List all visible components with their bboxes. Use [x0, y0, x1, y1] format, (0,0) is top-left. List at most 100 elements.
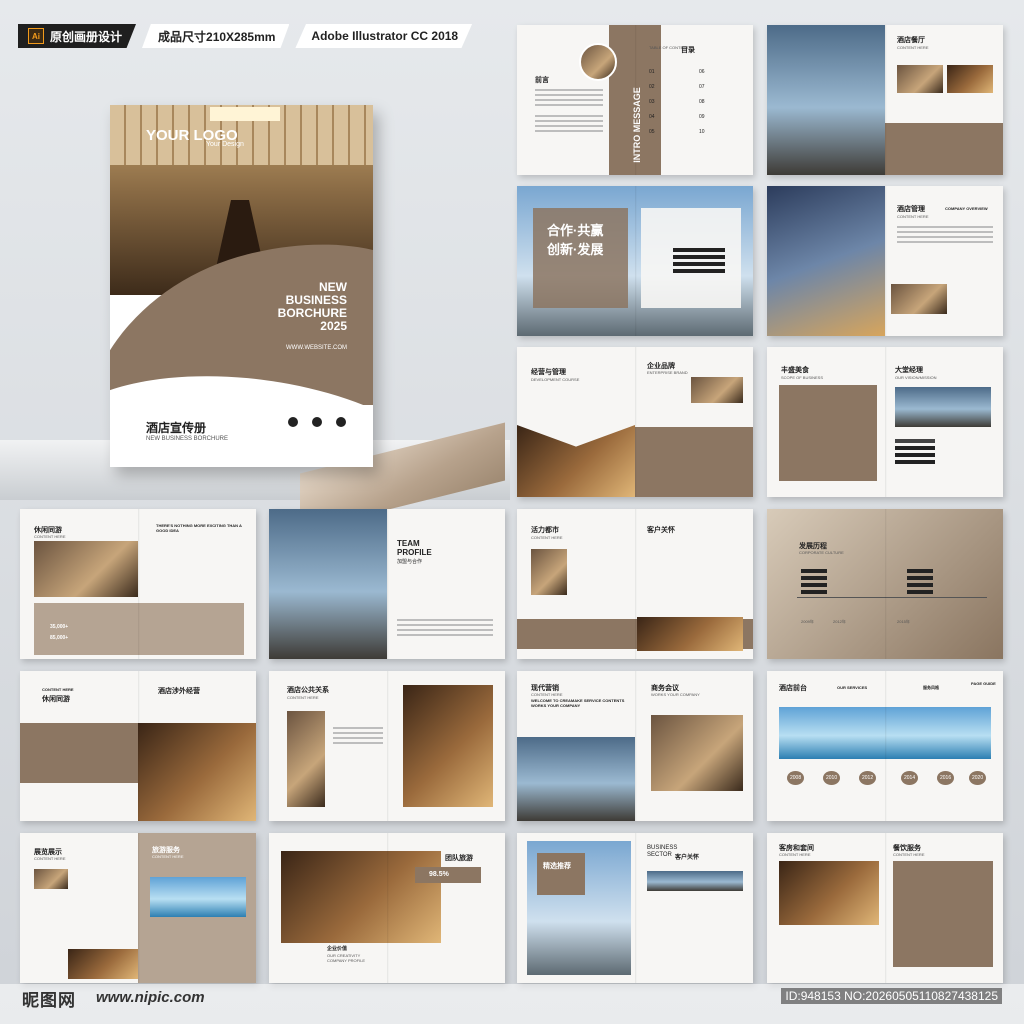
pool-photo: [779, 707, 991, 759]
meeting-photo-grid: [651, 715, 743, 791]
cuisine-grid: [779, 385, 877, 481]
spread-leisure: 休闲同游 CONTENT HERE THERE'S NOTHING MORE E…: [20, 509, 256, 659]
cooperation-line-1: 合作·共赢: [547, 223, 604, 238]
watermark-url[interactable]: www.nipic.com: [96, 989, 205, 1006]
history-year-2: 2012年: [833, 619, 846, 624]
spread-foreign-business: CONTENT HERE 休闲同游 酒店涉外经营: [20, 671, 256, 821]
history-timeline: [797, 597, 987, 598]
business-customer-care: 客户关怀: [675, 855, 700, 861]
marketing-sub: CONTENT HERE: [531, 692, 563, 697]
intro-text: [535, 89, 603, 91]
restaurant-brown-block: [885, 123, 1003, 175]
history-sub: CORPORATE CULTURE: [799, 550, 844, 555]
exhibition-photo-1: [34, 869, 68, 889]
resort-pool-photo: [150, 877, 246, 917]
spread-operation: 经营与管理 DEVELOPMENT COURSE 企业品牌 ENTERPRISE…: [517, 347, 753, 497]
management-text: [897, 226, 993, 228]
toc-cn: 目录: [681, 47, 695, 54]
spread-group-travel: 团队旅游 98.5% 企业价值 OUR CREATIVITY COMPANY P…: [269, 833, 505, 983]
exhibition-photo-2: [68, 949, 138, 979]
history-year-1: 2009年: [801, 619, 814, 624]
year-2016: 2016: [937, 771, 955, 785]
team-heading-2: PROFILE: [397, 548, 432, 557]
toc-06: 06: [699, 69, 705, 75]
phone-icon: [288, 417, 298, 427]
brochure-cover: YOUR LOGO Your Design NEW BUSINESS BORCH…: [110, 105, 373, 467]
business-sector-1: BUSINESS: [647, 845, 678, 851]
year-2014: 2014: [901, 771, 919, 785]
spread-team-profile: TEAM PROFILE 加盟与合作: [269, 509, 505, 659]
cuisine-heading: 丰盛美食: [781, 367, 809, 374]
cover-title: NEW BUSINESS BORCHURE 2025: [237, 281, 347, 333]
pr-heading: 酒店公共关系: [287, 687, 329, 694]
enterprise-value-heading: 企业价值: [327, 946, 348, 952]
foreign-leisure-heading: 休闲同游: [42, 696, 70, 703]
spread-management: 酒店管理 CONTENT HERE COMPANY OVERVIEW: [767, 186, 1003, 336]
year-2008: 2008: [787, 771, 805, 785]
spread-front-desk: 酒店前台 OUR SERVICES 服务风格 PAGE GUIDE 2008 2…: [767, 671, 1003, 821]
spread-recommend: 精选推荐 BUSINESS SECTOR 客户关怀: [517, 833, 753, 983]
restaurant-photo-1: [897, 65, 943, 93]
leisure-number-2: 85,000+: [50, 635, 69, 641]
cover-ceiling-light: [210, 107, 280, 121]
spread-history: 发展历程 CORPORATE CULTURE 2009年 2012年 2015年: [767, 509, 1003, 659]
page-guide-label: PAGE GUIDE: [971, 681, 996, 686]
rooms-sub: CONTENT HERE: [779, 852, 811, 857]
restaurant-sub: CONTENT HERE: [897, 45, 929, 50]
cover-logo-sub: Your Design: [206, 141, 244, 148]
team-text: [397, 619, 493, 621]
spread-cuisine: 丰盛美食 SCOPE OF BUSINESS 大堂经理 OUR VISION/M…: [767, 347, 1003, 497]
history-year-3: 2015年: [897, 619, 910, 624]
cooperation-line-2: 创新·发展: [547, 242, 604, 257]
history-lines: [801, 569, 827, 573]
cover-cn-title: 酒店宣传册: [146, 421, 207, 435]
toc-09: 09: [699, 114, 705, 120]
toc-07: 07: [699, 84, 705, 90]
spread-exhibition: 展览展示 CONTENT HERE 旅游服务 CONTENT HERE: [20, 833, 256, 983]
rooms-dining-photo: [779, 861, 879, 925]
spread-cooperation: 合作·共赢 创新·发展: [517, 186, 753, 336]
toc-03: 03: [649, 99, 655, 105]
toc-10: 10: [699, 129, 705, 135]
management-sub: CONTENT HERE: [897, 214, 929, 219]
team-cn: 加盟与合作: [397, 559, 423, 565]
restaurant-interior-photo: [281, 851, 441, 943]
front-desk-heading: 酒店前台: [779, 685, 807, 692]
spread-rooms: 客房和套间 CONTENT HERE 餐饮服务 CONTENT HERE: [767, 833, 1003, 983]
brand-sub: ENTERPRISE BRAND: [647, 370, 688, 375]
foreign-brown-block: [20, 723, 138, 783]
cover-website: WWW.WEBSITE.COM: [286, 345, 347, 351]
city-heading: 活力都市: [531, 527, 559, 534]
marketing-welcome: WELCOME TO CREAMAKE SERVICE CONTENTS WOR…: [531, 698, 625, 708]
service-style-label: 服务风格: [923, 685, 939, 690]
customer-care-heading: 客户关怀: [647, 527, 675, 534]
pr-text: [333, 727, 383, 729]
cooperation-bold-lines: [673, 248, 725, 252]
management-heading: 酒店管理: [897, 206, 925, 213]
watermark-site-name: 昵图网: [22, 991, 76, 1010]
business-sector-2: SECTOR: [647, 852, 672, 858]
recommend-heading: 精选推荐: [543, 863, 571, 870]
leisure-office-photo: [34, 541, 138, 597]
travel-sub: CONTENT HERE: [152, 854, 184, 859]
brand-brown-block: [635, 427, 753, 497]
team-heading-1: TEAM: [397, 539, 420, 548]
toc-05: 05: [649, 129, 655, 135]
foreign-restaurant-photo: [138, 723, 256, 821]
lobby-lines: [895, 439, 935, 443]
skyscraper-photo: [517, 737, 635, 821]
spread-marketing: 现代营销 CONTENT HERE WELCOME TO CREAMAKE SE…: [517, 671, 753, 821]
cuisine-sub: SCOPE OF BUSINESS: [781, 375, 824, 380]
operation-photo: [517, 425, 635, 497]
intro-round-photo: [579, 43, 617, 81]
catering-sub: CONTENT HERE: [893, 852, 925, 857]
exhibition-sub: CONTENT HERE: [34, 856, 66, 861]
our-services-label: OUR SERVICES: [837, 685, 868, 690]
city-sub: CONTENT HERE: [531, 535, 563, 540]
cover-contact-icons: [288, 417, 346, 427]
operation-heading: 经营与管理: [531, 369, 566, 376]
restaurant-photo-2: [947, 65, 993, 93]
spread-public-relations: 酒店公共关系 CONTENT HERE: [269, 671, 505, 821]
company-overview-label: COMPANY OVERVIEW: [945, 206, 988, 211]
spread-restaurant: 酒店餐厅 CONTENT HERE: [767, 25, 1003, 175]
